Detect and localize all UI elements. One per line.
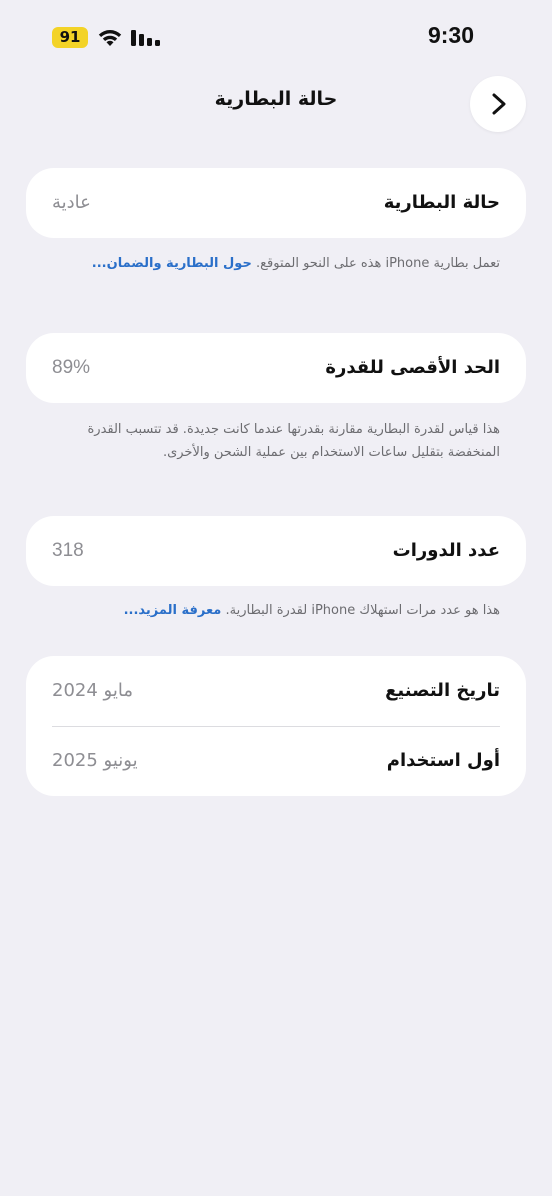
battery-level-badge: 91 <box>52 27 88 48</box>
battery-health-footnote-text: تعمل بطارية iPhone هذه على النحو المتوقع… <box>255 256 500 271</box>
battery-health-footnote: تعمل بطارية iPhone هذه على النحو المتوقع… <box>40 252 500 275</box>
dates-card: تاريخ التصنيع مايو 2024 أول استخدام يوني… <box>26 656 526 796</box>
battery-health-row: حالة البطارية عادية <box>52 168 500 238</box>
battery-health-value: عادية <box>52 192 91 213</box>
chevron-right-icon <box>492 93 506 115</box>
battery-warranty-link[interactable]: حول البطارية والضمان... <box>92 256 252 271</box>
max-capacity-footnote: هذا قياس لقدرة البطارية مقارنة بقدرتها ع… <box>87 422 500 460</box>
max-capacity-label: الحد الأقصى للقدرة <box>325 357 500 378</box>
cycle-count-row: عدد الدورات 318 <box>52 516 500 586</box>
manufacture-date-row: تاريخ التصنيع مايو 2024 <box>52 656 500 726</box>
cycle-count-value: 318 <box>52 540 84 561</box>
manufacture-date-label: تاريخ التصنيع <box>385 680 500 701</box>
status-time: 9:30 <box>427 22 474 48</box>
cycle-count-card: عدد الدورات 318 <box>26 516 526 586</box>
first-use-value: يونيو 2025 <box>52 750 138 771</box>
battery-health-label: حالة البطارية <box>383 192 500 213</box>
cycle-count-footnote-text: هذا هو عدد مرات استهلاك iPhone لقدرة الب… <box>225 603 500 618</box>
max-capacity-value: 89% <box>52 357 91 378</box>
first-use-label: أول استخدام <box>386 750 500 771</box>
cycle-count-footnote: هذا هو عدد مرات استهلاك iPhone لقدرة الب… <box>40 599 500 622</box>
cycle-count-label: عدد الدورات <box>392 540 500 561</box>
battery-health-card: حالة البطارية عادية <box>26 168 526 238</box>
max-capacity-card: الحد الأقصى للقدرة 89% <box>26 333 526 403</box>
cellular-signal-icon <box>131 30 160 46</box>
wifi-icon <box>98 30 122 46</box>
back-button[interactable] <box>470 76 526 132</box>
first-use-row: أول استخدام يونيو 2025 <box>52 726 500 796</box>
max-capacity-row: الحد الأقصى للقدرة 89% <box>52 333 500 403</box>
status-bar: 91 9:30 <box>0 0 552 70</box>
learn-more-link[interactable]: معرفة المزيد... <box>124 603 222 618</box>
manufacture-date-value: مايو 2024 <box>52 680 133 701</box>
